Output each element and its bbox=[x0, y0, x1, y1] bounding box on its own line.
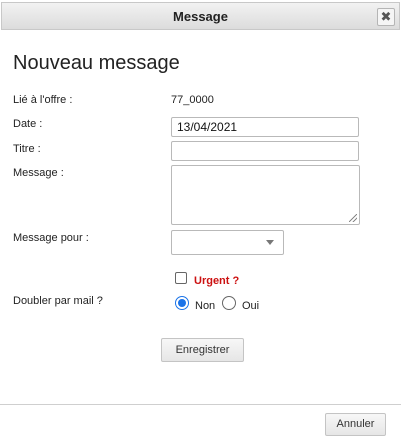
message-label: Message : bbox=[13, 167, 64, 179]
recipient-select[interactable] bbox=[171, 230, 284, 255]
urgent-label[interactable]: Urgent ? bbox=[194, 275, 239, 287]
title-input[interactable] bbox=[171, 141, 359, 161]
radio-oui[interactable] bbox=[222, 296, 236, 310]
dialog-heading: Nouveau message bbox=[13, 52, 180, 74]
urgent-checkbox[interactable] bbox=[175, 272, 187, 284]
resize-handle-icon[interactable] bbox=[349, 214, 357, 222]
date-label: Date : bbox=[13, 118, 43, 130]
offer-value: 77_0000 bbox=[171, 94, 214, 106]
radio-non[interactable] bbox=[175, 296, 189, 310]
offer-label: Lié à l'offre : bbox=[13, 94, 73, 106]
title-label: Titre : bbox=[13, 143, 41, 155]
dialog-titlebar: Message ✖ bbox=[1, 2, 400, 30]
recipient-label: Message pour : bbox=[13, 232, 89, 244]
footer-divider bbox=[0, 404, 401, 405]
mail-label: Doubler par mail ? bbox=[13, 295, 103, 307]
message-textarea[interactable] bbox=[171, 165, 360, 225]
dialog-title: Message bbox=[173, 9, 228, 24]
radio-oui-label[interactable]: Oui bbox=[242, 300, 259, 312]
date-input[interactable] bbox=[171, 117, 359, 137]
close-icon[interactable]: ✖ bbox=[377, 8, 395, 26]
message-dialog: Message ✖ Nouveau message Lié à l'offre … bbox=[0, 0, 401, 443]
chevron-down-icon bbox=[266, 240, 274, 245]
save-button[interactable]: Enregistrer bbox=[161, 338, 244, 362]
radio-non-label[interactable]: Non bbox=[195, 300, 215, 312]
cancel-button[interactable]: Annuler bbox=[325, 413, 386, 436]
